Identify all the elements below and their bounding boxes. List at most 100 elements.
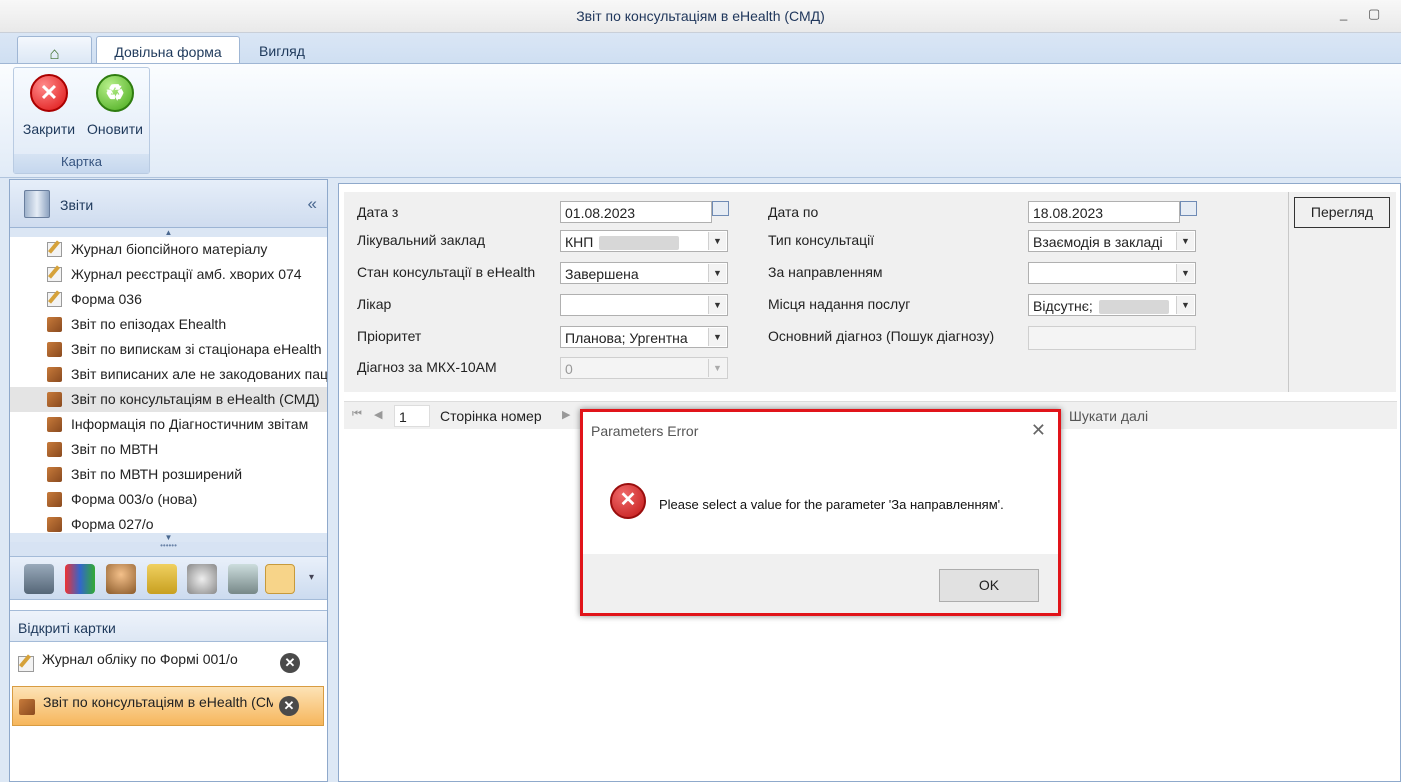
- error-icon: ✕: [610, 483, 646, 519]
- list-scroll-up-button[interactable]: ▲: [10, 228, 327, 237]
- close-card-button[interactable]: ✕: [280, 653, 300, 673]
- priority-select[interactable]: Планова; Ургентна ▼: [560, 326, 728, 348]
- reports-list: Журнал біопсійного матеріалу Журнал реєс…: [10, 237, 327, 533]
- report-icon: [47, 392, 62, 407]
- edit-icon: [47, 242, 62, 257]
- place-label: Місця надання послуг: [768, 296, 911, 312]
- list-item[interactable]: Звіт по випискам зі стаціонара eHealth: [10, 337, 327, 362]
- books-icon[interactable]: [147, 564, 177, 594]
- reports-icon[interactable]: [265, 564, 295, 594]
- list-item[interactable]: Звіт по епізодах Ehealth: [10, 312, 327, 337]
- minimize-button[interactable]: _: [1340, 6, 1347, 21]
- main-diagnosis-label: Основний діагноз (Пошук діагнозу): [768, 328, 995, 344]
- report-icon: [47, 467, 62, 482]
- prev-page-icon[interactable]: ◀: [374, 408, 382, 421]
- referral-select[interactable]: ▼: [1028, 262, 1196, 284]
- chevron-down-icon[interactable]: ▼: [708, 232, 726, 250]
- refresh-icon: ♻: [96, 74, 134, 112]
- consult-type-select[interactable]: Взаємодія в закладі ▼: [1028, 230, 1196, 252]
- chevron-down-icon[interactable]: ▼: [708, 328, 726, 346]
- chevron-down-icon[interactable]: ▼: [1176, 232, 1194, 250]
- reports-icon: [24, 190, 50, 218]
- doctor-select[interactable]: ▼: [560, 294, 728, 316]
- list-item[interactable]: Журнал реєстрації амб. хворих 074: [10, 262, 327, 287]
- home-icon[interactable]: [228, 564, 258, 594]
- ribbon-tabs: ⌂ Довільна форма Вигляд: [0, 33, 1401, 64]
- dialog-body: ✕ Please select a value for the paramete…: [583, 448, 1058, 554]
- report-icon: [47, 417, 62, 432]
- collapse-pane-button[interactable]: «: [308, 194, 317, 214]
- home-icon: ⌂: [49, 44, 60, 63]
- chevron-down-icon[interactable]: ▼: [708, 296, 726, 314]
- open-card-item[interactable]: Журнал обліку по Формі 001/о ✕: [12, 644, 324, 684]
- chevron-down-icon[interactable]: ▼: [708, 264, 726, 282]
- find-next-button[interactable]: Шукати далі: [1069, 408, 1148, 424]
- date-from-input[interactable]: 01.08.2023: [560, 201, 712, 223]
- chevron-down-icon[interactable]: ▼: [1176, 296, 1194, 314]
- chevron-down-icon[interactable]: ▾: [309, 572, 314, 583]
- left-navigation-pane: Звіти « ▲ Журнал біопсійного матеріалу Ж…: [9, 179, 328, 782]
- gear-icon[interactable]: [187, 564, 217, 594]
- main-diagnosis-input[interactable]: [1028, 326, 1196, 350]
- list-item[interactable]: Форма 003/о (нова): [10, 487, 327, 512]
- list-item[interactable]: Звіт по МВТН розширений: [10, 462, 327, 487]
- parameters-panel: Дата з 01.08.2023 Дата по 18.08.2023 Лік…: [344, 192, 1289, 392]
- dialog-footer: OK: [583, 554, 1058, 613]
- tab-view[interactable]: Вигляд: [244, 36, 320, 64]
- list-item[interactable]: Журнал біопсійного матеріалу: [10, 237, 327, 262]
- tubes-icon[interactable]: [65, 564, 95, 594]
- date-from-label: Дата з: [357, 204, 399, 220]
- maximize-button[interactable]: ▢: [1368, 6, 1380, 22]
- next-page-icon[interactable]: ▶: [562, 408, 570, 421]
- report-icon: [47, 442, 62, 457]
- list-item-selected[interactable]: Звіт по консультаціям в eHealth (СМД): [10, 387, 327, 412]
- table-icon[interactable]: [24, 564, 54, 594]
- list-item[interactable]: Інформація по Діагностичним звітам: [10, 412, 327, 437]
- report-icon: [47, 342, 62, 357]
- close-card-button[interactable]: ✕: [279, 696, 299, 716]
- reports-header: Звіти «: [10, 180, 327, 228]
- user-icon[interactable]: [106, 564, 136, 594]
- calendar-icon[interactable]: [1180, 201, 1197, 216]
- dialog-close-button[interactable]: ✕: [1031, 420, 1046, 441]
- icd-select[interactable]: 0 ▼: [560, 357, 728, 379]
- date-to-input[interactable]: 18.08.2023: [1028, 201, 1180, 223]
- refresh-button[interactable]: ♻ Оновити: [82, 74, 148, 137]
- date-to-label: Дата по: [768, 204, 819, 220]
- status-select[interactable]: Завершена ▼: [560, 262, 728, 284]
- facility-select[interactable]: КНП ▼: [560, 230, 728, 252]
- report-icon: [47, 517, 62, 532]
- view-report-button[interactable]: Перегляд: [1294, 197, 1390, 228]
- close-button[interactable]: ✕ Закрити: [16, 74, 82, 137]
- consult-type-label: Тип консультації: [768, 232, 875, 248]
- list-item[interactable]: Звіт виписаних але не закодованих пацієн…: [10, 362, 327, 387]
- referral-label: За направленням: [768, 264, 883, 280]
- report-icon: [47, 367, 62, 382]
- tab-free-form[interactable]: Довільна форма: [96, 36, 240, 64]
- chevron-down-icon[interactable]: ▼: [1176, 264, 1194, 282]
- tab-home[interactable]: ⌂: [17, 36, 92, 64]
- first-page-icon[interactable]: ⏮: [352, 408, 362, 421]
- dialog-header: Parameters Error ✕: [583, 412, 1058, 448]
- module-icon-bar: ▾: [10, 556, 327, 600]
- title-bar: Звіт по консультаціям в eHealth (СМД) _ …: [0, 0, 1401, 33]
- refresh-button-label: Оновити: [87, 121, 143, 137]
- redacted-text: [1098, 300, 1169, 315]
- open-card-item-selected[interactable]: Звіт по консультаціям в eHealth (СМД) ✕: [12, 686, 324, 726]
- close-button-label: Закрити: [22, 121, 76, 137]
- list-item[interactable]: Форма 036: [10, 287, 327, 312]
- page-number-label: Сторінка номер: [440, 408, 542, 424]
- reports-header-label: Звіти: [60, 197, 94, 213]
- ok-button[interactable]: OK: [939, 569, 1039, 602]
- doctor-label: Лікар: [357, 296, 392, 312]
- ribbon-group-card: ✕ Закрити ♻ Оновити Картка: [13, 67, 150, 174]
- parameters-error-dialog: Parameters Error ✕ ✕ Please select a val…: [580, 409, 1061, 616]
- priority-label: Пріоритет: [357, 328, 422, 344]
- splitter-grip[interactable]: ••••••: [10, 542, 327, 556]
- page-number-input[interactable]: 1: [394, 405, 430, 427]
- list-item[interactable]: Форма 027/о: [10, 512, 327, 533]
- calendar-icon[interactable]: [712, 201, 729, 216]
- list-item[interactable]: Звіт по МВТН: [10, 437, 327, 462]
- place-select[interactable]: Відсутнє; ▼: [1028, 294, 1196, 316]
- chevron-down-icon[interactable]: ▼: [708, 359, 726, 377]
